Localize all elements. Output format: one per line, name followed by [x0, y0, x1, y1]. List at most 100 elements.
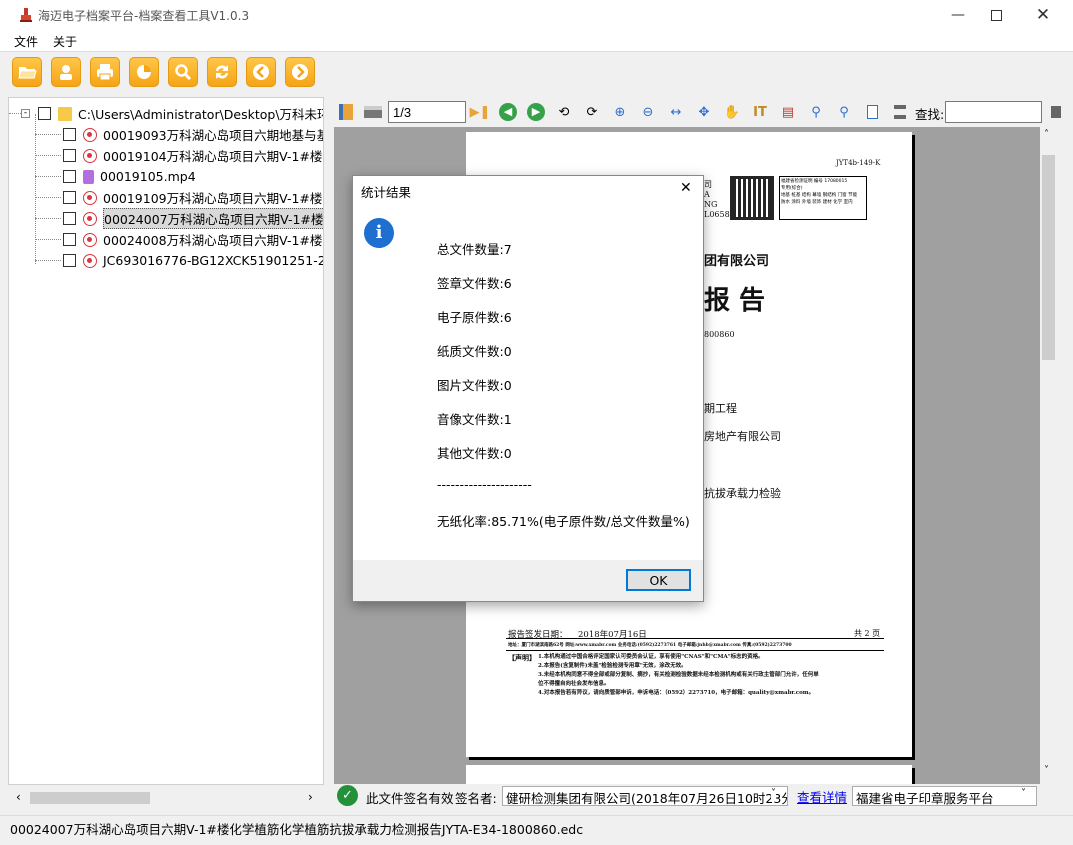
signature-details-link[interactable]: 查看详情 — [797, 787, 847, 806]
platform-select[interactable]: 福建省电子印章服务平台 — [852, 786, 1037, 806]
next-page-button[interactable]: ▶ — [526, 102, 546, 122]
tree-item-selected[interactable]: 00024007万科湖心岛项目六期V-1#楼化学 — [63, 208, 323, 229]
zoom-out-button[interactable]: ⊖ — [638, 102, 658, 122]
tree-root[interactable]: - C:\Users\Administrator\Desktop\万科未环 — [21, 103, 323, 124]
document-page — [466, 765, 912, 784]
zoom-in-button[interactable]: ⊕ — [610, 102, 630, 122]
single-page-button[interactable] — [862, 102, 882, 122]
prev-icon — [253, 64, 269, 80]
file-tree: - C:\Users\Administrator\Desktop\万科未环 00… — [8, 97, 324, 785]
dialog-close-button[interactable]: ✕ — [680, 180, 692, 196]
user-button[interactable] — [51, 57, 81, 87]
find-next-icon — [1051, 106, 1061, 118]
item-checkbox[interactable] — [63, 170, 76, 183]
print-page-button[interactable] — [363, 102, 383, 122]
open-folder-button[interactable] — [12, 57, 42, 87]
text-select-button[interactable]: IT — [750, 102, 770, 122]
fit-page-icon: ✥ — [698, 104, 710, 120]
tree-item[interactable]: 00024008万科湖心岛项目六期V-1#楼化学 — [63, 229, 323, 250]
collapse-icon[interactable]: - — [21, 109, 30, 118]
chevron-down-icon[interactable]: ˅ — [771, 788, 776, 799]
scroll-up-icon[interactable]: ˄ — [1044, 129, 1049, 140]
maximize-icon — [990, 9, 1002, 21]
ok-button[interactable]: OK — [626, 569, 691, 591]
bookmark-icon — [339, 104, 353, 120]
pdf-file-icon — [83, 190, 97, 205]
tree-item[interactable]: 00019104万科湖心岛项目六期V-1#楼地下 — [63, 145, 323, 166]
qr-code-icon — [730, 176, 774, 220]
item-checkbox[interactable] — [63, 233, 76, 246]
document-vertical-scrollbar[interactable]: ˄ ˅ — [1040, 127, 1057, 784]
rotate-right-button[interactable]: ⟳ — [582, 102, 602, 122]
scroll-thumb[interactable] — [1042, 155, 1055, 360]
refresh-button[interactable] — [207, 57, 237, 87]
doc-test-type: 抗拔承载力检验 — [704, 487, 781, 500]
glasses-icon: ▤ — [781, 104, 795, 120]
scroll-down-icon[interactable]: ˅ — [1044, 765, 1049, 776]
folder-icon — [58, 106, 72, 121]
demagnify-button[interactable]: ⚲ — [834, 102, 854, 122]
compare-button[interactable]: ▤ — [778, 102, 798, 122]
pdf-file-icon — [83, 148, 97, 163]
print-icon — [97, 64, 113, 81]
fit-width-button[interactable]: ↔ — [666, 102, 686, 122]
rotate-right-icon: ⟳ — [586, 104, 598, 120]
hand-tool-button[interactable]: ✋ — [722, 102, 742, 122]
doc-code: JYT4b-149-K — [836, 159, 881, 167]
menu-bar: 文件 关于 — [0, 30, 1073, 52]
tree-horizontal-scrollbar[interactable]: ‹ › — [8, 789, 324, 807]
item-checkbox[interactable] — [63, 149, 76, 162]
find-next-button[interactable] — [1046, 102, 1066, 122]
item-checkbox[interactable] — [63, 254, 76, 267]
rotate-left-button[interactable]: ⟲ — [554, 102, 574, 122]
text-cursor-icon: IT — [753, 104, 767, 120]
statistics-dialog: 统计结果 ✕ i 总文件数量:7 签章文件数:6 电子原件数:6 纸质文件数:0… — [352, 175, 704, 602]
tree-item[interactable]: 00019105.mp4 — [63, 166, 196, 187]
previous-page-button[interactable]: ◀ — [498, 102, 518, 122]
prev-button[interactable] — [246, 57, 276, 87]
doc-tail-line: L0658 — [704, 210, 730, 219]
search-button[interactable] — [168, 57, 198, 87]
menu-about[interactable]: 关于 — [53, 33, 77, 50]
stat-other-files: 其他文件数:0 — [437, 446, 512, 461]
maximize-button[interactable] — [973, 0, 1019, 30]
tree-item[interactable]: JC693016776-BG12XCK51901251-201 — [63, 250, 323, 271]
doc-notice: 2.本报告(含复制件)未盖"检验检测专用章"无效，涂改无效。 — [538, 663, 687, 669]
continuous-page-button[interactable] — [890, 102, 910, 122]
tree-root-checkbox[interactable] — [38, 107, 51, 120]
scroll-right-icon[interactable]: › — [308, 790, 313, 804]
item-checkbox[interactable] — [63, 128, 76, 141]
stats-button[interactable] — [129, 57, 159, 87]
stamp-line: 地基 桩基 结构 幕墙 钢结构 门窗 节能 — [781, 193, 858, 198]
print-button[interactable] — [90, 57, 120, 87]
next-button[interactable] — [285, 57, 315, 87]
doc-report-title: 报 告 — [704, 286, 766, 316]
stat-paperless-rate: 无纸化率:85.71%(电子原件数/总文件数量%) — [437, 514, 690, 529]
app-icon — [20, 8, 32, 22]
page-number-input[interactable] — [388, 101, 466, 123]
bookmark-button[interactable] — [336, 102, 356, 122]
doc-notice: 3.未经本机构同意不得全部或部分复制、摘抄，有关检测检验数据未经本检测机构或有关… — [538, 672, 819, 678]
status-bar: 00024007万科湖心岛项目六期V-1#楼化学植筋化学植筋抗拔承载力检测报告J… — [0, 815, 1073, 837]
tree-item[interactable]: 00019093万科湖心岛项目六期地基与基础 — [63, 124, 323, 145]
tree-item[interactable]: 00019109万科湖心岛项目六期V-1#楼2区 — [63, 187, 323, 208]
chevron-down-icon[interactable]: ˅ — [1021, 788, 1026, 799]
close-icon: ✕ — [680, 180, 692, 196]
menu-file[interactable]: 文件 — [14, 33, 38, 50]
magnify-button[interactable]: ⚲ — [806, 102, 826, 122]
item-checkbox[interactable] — [63, 212, 76, 225]
doc-notice: 1.本机构通过中国合格评定国家认可委员会认证，享有使用"CNAS"和"CMA"标… — [538, 654, 764, 660]
find-input[interactable] — [945, 101, 1042, 123]
scroll-left-icon[interactable]: ‹ — [16, 790, 21, 804]
signer-label: 签名者: — [455, 791, 497, 806]
signer-select[interactable]: 健研检测集团有限公司(2018年07月26日10时23分2 — [502, 786, 788, 806]
close-icon: ✕ — [1035, 5, 1051, 25]
close-button[interactable]: ✕ — [1020, 0, 1066, 30]
fit-page-button[interactable]: ✥ — [694, 102, 714, 122]
find-label: 查找: — [915, 107, 945, 122]
scroll-thumb[interactable] — [30, 792, 150, 804]
last-page-button[interactable]: ▶❚ — [470, 102, 491, 122]
pdf-file-icon — [83, 253, 97, 268]
minimize-icon: — — [951, 7, 965, 23]
item-checkbox[interactable] — [63, 191, 76, 204]
